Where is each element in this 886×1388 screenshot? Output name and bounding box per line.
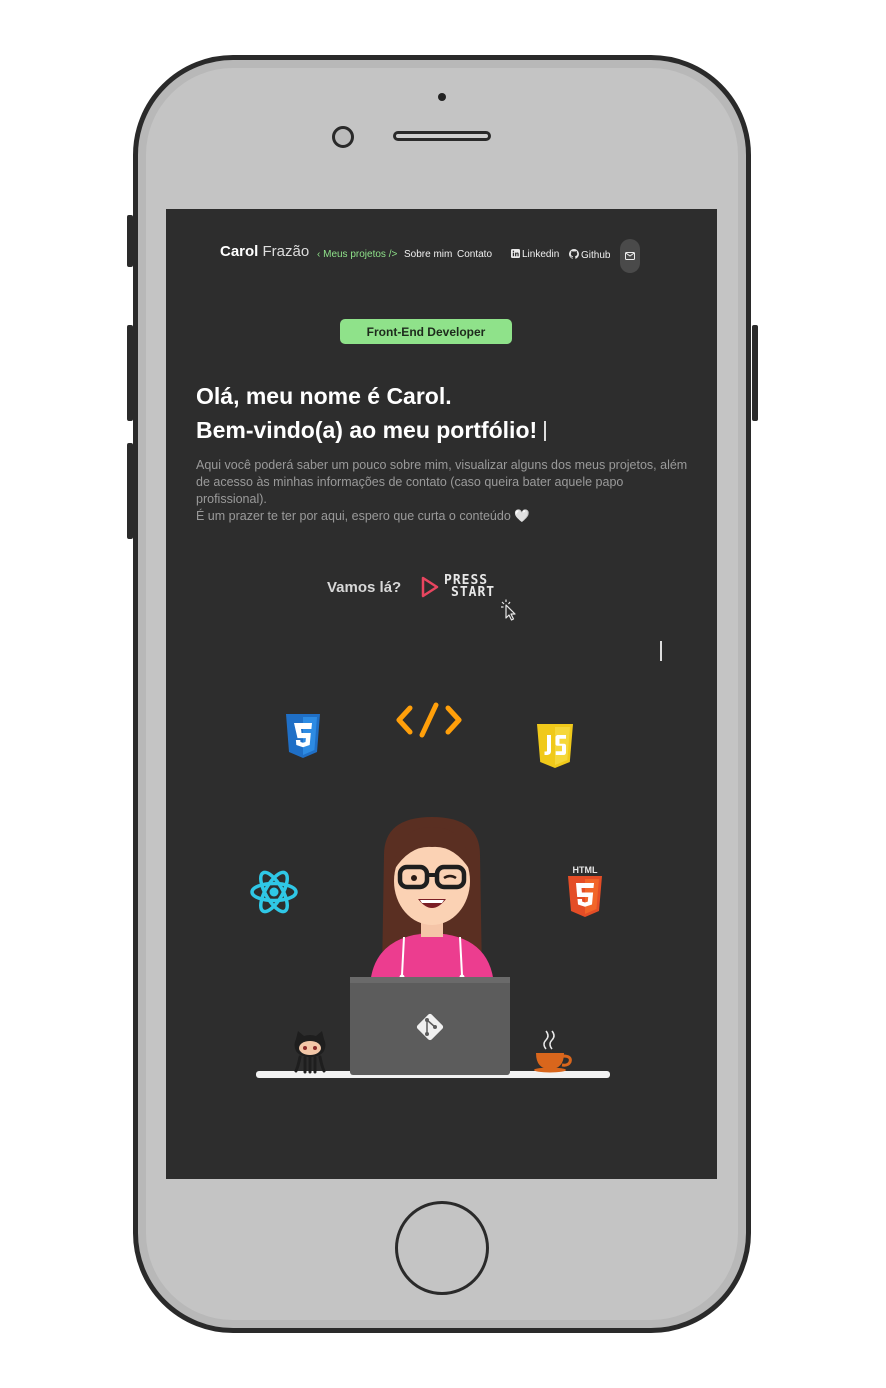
- developer-girl-illustration: [256, 817, 610, 1078]
- brand-last-name: Frazão: [262, 243, 310, 260]
- linkedin-label: Linkedin: [522, 249, 560, 260]
- github-icon: [568, 249, 579, 259]
- role-badge: Front-End Developer: [340, 319, 512, 344]
- github-label: Github: [581, 250, 611, 261]
- text-cursor: [660, 641, 662, 661]
- code-icon: [396, 702, 462, 738]
- hero-heading: Olá, meu nome é Carol. Bem-vindo(a) ao m…: [196, 379, 547, 447]
- nav-link-linkedin[interactable]: Linkedin: [511, 249, 559, 260]
- top-nav: Carol Frazão ‹ Meus projetos /> Sobre mi…: [166, 239, 717, 273]
- hero-description-line2: É um prazer te ter por aqui, espero que …: [196, 509, 530, 523]
- email-button[interactable]: [620, 239, 640, 273]
- hero-title-line1: Olá, meu nome é Carol.: [196, 383, 452, 409]
- nav-link-github[interactable]: Github: [568, 249, 611, 261]
- brand-first-name: Carol: [220, 243, 259, 260]
- envelope-icon: [625, 252, 635, 260]
- press-start-label: PRESS START: [444, 574, 496, 600]
- play-icon: [421, 576, 439, 598]
- brand-logo[interactable]: Carol Frazão: [220, 243, 309, 260]
- hero-description-line1: Aqui você poderá saber um pouco sobre mi…: [196, 458, 688, 506]
- nav-link-projects[interactable]: ‹ Meus projetos />: [317, 249, 397, 260]
- click-cursor-icon: [501, 599, 516, 621]
- linkedin-icon: [511, 249, 520, 258]
- typing-cursor: [544, 421, 547, 441]
- front-camera: [332, 126, 354, 148]
- cta-text: Vamos lá?: [327, 579, 402, 596]
- press-start-button[interactable]: PRESS START: [420, 573, 516, 623]
- power-button: [752, 325, 758, 421]
- hero-description: Aqui você poderá saber um pouco sobre mi…: [196, 457, 696, 525]
- hero-title-line2-text: Bem-vindo(a) ao meu portfólio!: [196, 417, 538, 443]
- start-label: START: [451, 585, 496, 600]
- hero-title-line2: Bem-vindo(a) ao meu portfólio!: [196, 413, 547, 447]
- javascript-icon: [537, 724, 573, 768]
- nav-link-about[interactable]: Sobre mim: [404, 249, 452, 260]
- proximity-sensor: [438, 93, 446, 101]
- css3-icon: [286, 714, 320, 758]
- nav-link-contact[interactable]: Contato: [457, 249, 492, 260]
- home-button[interactable]: [395, 1201, 489, 1295]
- portfolio-screen: Carol Frazão ‹ Meus projetos /> Sobre mi…: [166, 209, 717, 1179]
- earpiece-speaker: [393, 131, 491, 141]
